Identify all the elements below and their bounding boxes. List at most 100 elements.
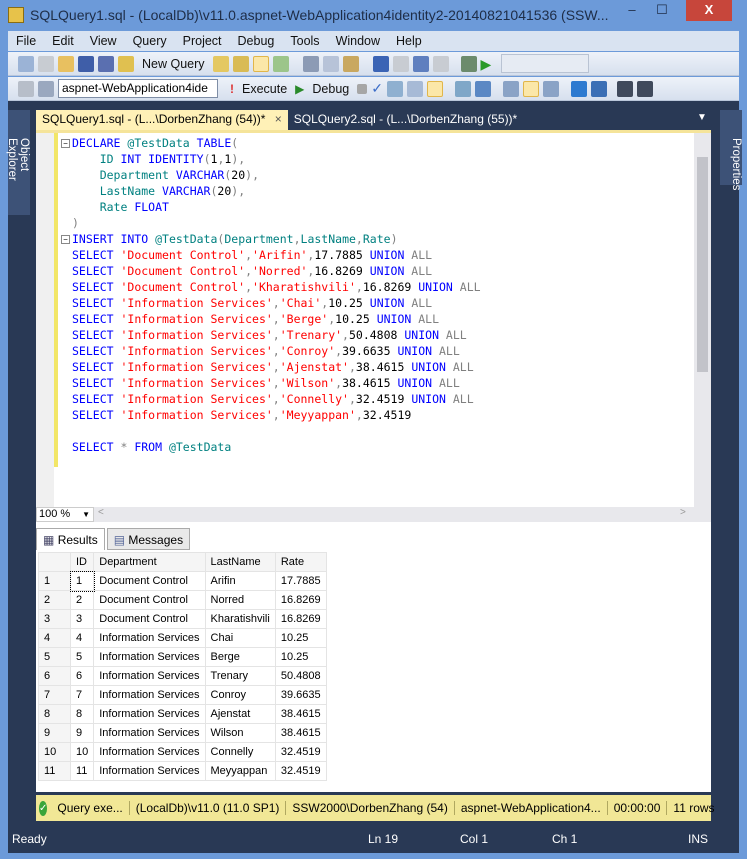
scroll-thumb[interactable] — [697, 157, 708, 372]
column-header[interactable] — [38, 552, 71, 572]
menu-file[interactable]: File — [8, 34, 44, 48]
menu-debug[interactable]: Debug — [230, 34, 283, 48]
execute-button[interactable]: Execute — [242, 82, 287, 96]
column-header[interactable]: LastName — [204, 552, 276, 572]
menu-help[interactable]: Help — [388, 34, 430, 48]
table-cell[interactable]: 6 — [69, 666, 95, 686]
undo-icon[interactable] — [372, 55, 389, 72]
table-cell[interactable]: 8 — [69, 704, 95, 724]
display-plan-icon[interactable] — [386, 80, 403, 97]
table-cell[interactable]: 10.25 — [274, 628, 327, 648]
table-row[interactable]: 6 6 Information Services Trenary 50.4808 — [38, 666, 327, 686]
menu-window[interactable]: Window — [328, 34, 388, 48]
tab-sqlquery2[interactable]: SQLQuery2.sql - (L...\DorbenZhang (55))* — [288, 110, 523, 130]
row-number[interactable]: 11 — [38, 761, 71, 781]
menu-view[interactable]: View — [82, 34, 125, 48]
table-cell[interactable]: Ajenstat — [204, 704, 276, 724]
redo-icon[interactable] — [392, 55, 409, 72]
increase-indent-icon[interactable] — [636, 80, 653, 97]
menu-edit[interactable]: Edit — [44, 34, 82, 48]
table-cell[interactable]: Information Services — [93, 628, 206, 648]
solution-config-dropdown[interactable] — [500, 54, 589, 73]
editor-vertical-scrollbar[interactable] — [694, 133, 711, 507]
table-cell[interactable]: 38.4615 — [274, 723, 327, 743]
table-cell[interactable]: 1 — [69, 570, 95, 592]
new-query-button[interactable]: New Query — [142, 57, 205, 71]
table-cell[interactable]: 9 — [69, 723, 95, 743]
results-to-text-icon[interactable] — [502, 80, 519, 97]
table-cell[interactable]: 32.4519 — [274, 742, 327, 762]
available-databases-dropdown[interactable]: aspnet-WebApplication4ide — [58, 79, 218, 98]
row-number[interactable]: 9 — [38, 723, 71, 743]
table-cell[interactable]: Information Services — [93, 742, 206, 762]
table-cell[interactable]: Conroy — [204, 685, 276, 705]
table-cell[interactable]: 16.8269 — [274, 609, 327, 629]
table-row[interactable]: 11 11 Information Services Meyyappan 32.4519 — [38, 761, 327, 781]
row-number[interactable]: 4 — [38, 628, 71, 648]
cancel-query-icon[interactable] — [357, 83, 368, 94]
activity-monitor-icon[interactable] — [460, 55, 477, 72]
save-icon[interactable] — [78, 55, 94, 72]
row-number[interactable]: 2 — [38, 590, 71, 610]
table-cell[interactable]: 38.4615 — [274, 704, 327, 724]
client-stats-icon[interactable] — [474, 80, 491, 97]
row-number[interactable]: 10 — [38, 742, 71, 762]
table-cell[interactable]: 11 — [69, 761, 95, 781]
table-row[interactable]: 5 5 Information Services Berge 10.25 — [38, 647, 327, 667]
table-cell[interactable]: Information Services — [93, 704, 206, 724]
table-cell[interactable]: Document Control — [93, 609, 206, 629]
row-number[interactable]: 5 — [38, 647, 71, 667]
paste-icon[interactable] — [342, 55, 359, 72]
table-cell[interactable]: Information Services — [93, 666, 206, 686]
table-cell[interactable]: Norred — [204, 590, 276, 610]
sql-editor[interactable]: − − DECLARE @TestData TABLE( ID INT IDEN… — [36, 130, 711, 507]
table-cell[interactable]: Arifin — [204, 571, 276, 591]
column-header[interactable]: Department — [93, 552, 206, 572]
table-cell[interactable]: 10 — [69, 742, 95, 762]
table-cell[interactable]: Information Services — [93, 685, 206, 705]
column-header[interactable]: ID — [69, 552, 95, 572]
table-cell[interactable]: Trenary — [204, 666, 276, 686]
object-explorer-tab[interactable]: Object Explorer — [6, 110, 30, 215]
table-cell[interactable]: Document Control — [93, 590, 206, 610]
minimize-button[interactable]: – — [618, 0, 646, 21]
tab-results[interactable]: ▦ Results — [36, 528, 105, 550]
parse-icon[interactable]: ✓ — [371, 80, 383, 97]
navigate-backward-icon[interactable] — [412, 55, 429, 72]
row-number[interactable]: 6 — [38, 666, 71, 686]
zoom-dropdown[interactable]: 100 % ▼ — [36, 507, 94, 522]
maximize-button[interactable]: ☐ — [648, 0, 676, 21]
tab-dropdown-icon[interactable]: ▼ — [697, 112, 707, 123]
table-cell[interactable]: 50.4808 — [274, 666, 327, 686]
row-number[interactable]: 3 — [38, 609, 71, 629]
scroll-left-icon[interactable]: < — [98, 507, 104, 518]
navigate-forward-icon[interactable] — [432, 55, 449, 72]
table-cell[interactable]: 4 — [69, 628, 95, 648]
results-to-file-icon[interactable] — [542, 80, 559, 97]
table-cell[interactable]: Connelly — [204, 742, 276, 762]
table-cell[interactable]: Chai — [204, 628, 276, 648]
scroll-right-icon[interactable]: > — [680, 507, 686, 518]
query-designer-icon[interactable] — [406, 80, 423, 97]
menu-query[interactable]: Query — [125, 34, 175, 48]
decrease-indent-icon[interactable] — [616, 80, 633, 97]
table-cell[interactable]: Kharatishvili — [204, 609, 276, 629]
start-icon[interactable]: ▶ — [481, 56, 497, 72]
table-cell[interactable]: Berge — [204, 647, 276, 667]
table-cell[interactable]: 17.7885 — [274, 571, 327, 591]
new-project-icon[interactable] — [18, 55, 34, 72]
collapse-icon[interactable]: − — [61, 235, 70, 244]
table-row[interactable]: 9 9 Information Services Wilson 38.4615 — [38, 723, 327, 743]
table-cell[interactable]: Document Control — [93, 571, 206, 591]
cut-icon[interactable] — [302, 55, 319, 72]
comment-icon[interactable] — [570, 80, 587, 97]
close-tab-icon[interactable]: × — [275, 112, 282, 126]
table-row[interactable]: 2 2 Document Control Norred 16.8269 — [38, 590, 327, 610]
dmx-query-icon[interactable] — [252, 55, 269, 72]
table-cell[interactable]: 16.8269 — [274, 590, 327, 610]
results-grid[interactable]: ID Department LastName Rate 1 1 Document Contr… — [38, 552, 327, 781]
table-cell[interactable]: 5 — [69, 647, 95, 667]
table-row[interactable]: 8 8 Information Services Ajenstat 38.4615 — [38, 704, 327, 724]
copy-icon[interactable] — [322, 55, 339, 72]
table-cell[interactable]: 3 — [69, 609, 95, 629]
